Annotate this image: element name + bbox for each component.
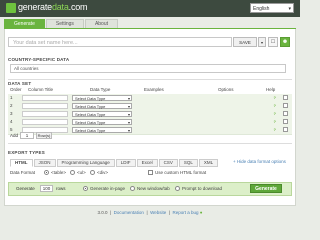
data-type-select[interactable]: Select Data Type ▾	[72, 127, 132, 133]
format-ul-label: <ul>	[77, 170, 86, 175]
user-account-button[interactable]: ☻	[280, 37, 290, 47]
dataset-section-label: DATA SET	[8, 81, 32, 86]
format-div-radio[interactable]	[90, 170, 95, 175]
help-icon[interactable]: ?	[274, 119, 276, 124]
data-type-select[interactable]: Select Data Type ▾	[72, 103, 132, 109]
column-title-input[interactable]	[22, 111, 68, 117]
export-tab-sql[interactable]: SQL	[178, 159, 198, 167]
export-tab-excel[interactable]: Excel	[136, 159, 158, 167]
prompt-download-radio[interactable]	[175, 186, 180, 191]
row-delete-checkbox[interactable]	[283, 95, 288, 100]
format-ul-radio[interactable]	[70, 170, 75, 175]
add-label: Add	[10, 133, 19, 138]
header-examples: Examples	[144, 87, 164, 92]
main-tabs: Generate Settings About	[4, 19, 119, 29]
column-title-input[interactable]	[22, 95, 68, 101]
country-section-label: COUNTRY-SPECIFIC DATA	[8, 57, 70, 62]
generate-in-page-label: Generate in-page	[90, 186, 126, 191]
version-text: 3.0.0	[97, 210, 108, 215]
help-icon[interactable]: ?	[274, 103, 276, 108]
save-options-dropdown[interactable]: ▾	[258, 37, 266, 47]
chevron-down-icon: ▾	[260, 40, 263, 45]
header-column-title: Column Title	[28, 87, 54, 92]
header-help: Help	[266, 87, 276, 92]
top-header: generatedata.com English ▾	[0, 0, 300, 17]
dataset-name-input[interactable]: Your data set name here...	[8, 37, 232, 47]
report-bug-link[interactable]: Report a bug	[172, 210, 198, 215]
help-icon[interactable]: ?	[274, 127, 276, 132]
chevron-down-icon: ▾	[127, 128, 130, 133]
column-title-input[interactable]	[22, 103, 68, 109]
generate-button[interactable]: Generate	[250, 184, 282, 193]
documentation-link[interactable]: Documentation	[114, 210, 144, 215]
prompt-download-label: Prompt to download	[182, 186, 223, 191]
data-type-select[interactable]: Select Data Type ▾	[72, 119, 132, 125]
row-count-input[interactable]: 100	[40, 185, 53, 192]
header-order: Order	[10, 87, 22, 92]
chevron-down-icon: ▾	[127, 120, 130, 125]
website-link[interactable]: Website	[150, 210, 166, 215]
format-table-radio[interactable]	[44, 170, 49, 175]
add-rows-button[interactable]: Row(s)	[36, 132, 52, 139]
country-select[interactable]: All countries	[10, 64, 286, 73]
help-icon[interactable]: ?	[274, 95, 276, 100]
generate-label: Generate	[16, 186, 35, 191]
new-window-label: New window/tab	[137, 186, 170, 191]
custom-html-checkbox[interactable]	[148, 170, 153, 175]
export-tab-xml[interactable]: XML	[198, 159, 219, 167]
logo-icon	[6, 3, 16, 13]
row-delete-checkbox[interactable]	[283, 103, 288, 108]
column-title-input[interactable]	[22, 119, 68, 125]
new-window-radio[interactable]	[130, 186, 135, 191]
add-rows-count-input[interactable]: 1	[20, 132, 34, 139]
export-tab-ldif[interactable]: LDIF	[115, 159, 136, 167]
data-type-select[interactable]: Select Data Type ▾	[72, 111, 132, 117]
export-tab-csv[interactable]: CSV	[158, 159, 178, 167]
help-icon[interactable]: ?	[274, 111, 276, 116]
rows-label: rows	[56, 186, 66, 191]
document-icon: □	[271, 39, 275, 45]
data-type-select[interactable]: Select Data Type ▾	[72, 95, 132, 101]
format-div-label: <div>	[97, 170, 109, 175]
new-document-button[interactable]: □	[268, 37, 278, 47]
chevron-down-icon: ▾	[127, 112, 130, 117]
footer: 3.0.0 | Documentation | Website | Report…	[97, 210, 203, 215]
chevron-down-icon: ▾	[127, 104, 130, 109]
header-options: Options	[218, 87, 234, 92]
format-table-label: <table>	[51, 170, 67, 175]
hide-format-options-link[interactable]: + Hide data format options	[233, 159, 286, 164]
divider	[8, 143, 292, 144]
chevron-down-icon: ▾	[288, 6, 291, 12]
divider	[8, 79, 292, 80]
save-button[interactable]: SAVE	[233, 37, 257, 47]
custom-html-label: Use custom HTML format	[155, 170, 207, 175]
header-data-type: Data Type	[90, 87, 111, 92]
row-delete-checkbox[interactable]	[283, 111, 288, 116]
export-tab-json[interactable]: JSON	[33, 159, 56, 167]
export-tab-html[interactable]: HTML	[10, 159, 33, 167]
export-section-label: EXPORT TYPES	[8, 150, 45, 155]
row-delete-checkbox[interactable]	[283, 127, 288, 132]
logo[interactable]: generatedata.com	[18, 2, 88, 12]
chevron-down-icon: ▾	[127, 96, 130, 101]
data-format-label: Data Format	[10, 170, 36, 175]
language-select[interactable]: English ▾	[250, 3, 294, 13]
export-tab-programming-language[interactable]: Programming Language	[56, 159, 115, 167]
row-delete-checkbox[interactable]	[283, 119, 288, 124]
export-type-tabs: HTML JSON Programming Language LDIF Exce…	[10, 159, 219, 167]
bug-icon: ●	[199, 210, 203, 215]
generate-in-page-radio[interactable]	[83, 186, 88, 191]
dataset-table-header: Order Column Title Data Type Examples Op…	[8, 87, 292, 93]
user-icon: ☻	[281, 39, 289, 45]
